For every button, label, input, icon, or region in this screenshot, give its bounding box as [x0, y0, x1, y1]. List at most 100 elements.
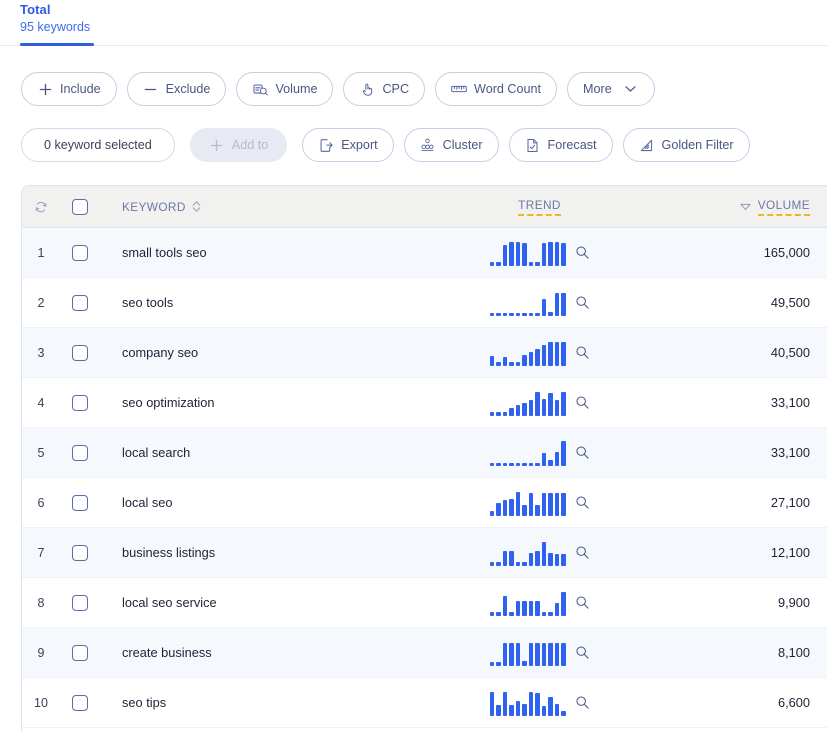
more-filters-button[interactable]: More — [567, 72, 655, 106]
row-index: 8 — [37, 595, 45, 610]
search-icon[interactable] — [575, 395, 590, 410]
row-checkbox[interactable] — [72, 444, 88, 461]
tab-total[interactable]: Total 95 keywords — [20, 2, 90, 44]
refresh-icon[interactable] — [22, 200, 60, 214]
selection-count-label: 0 keyword selected — [44, 138, 152, 152]
click-hand-icon — [359, 81, 375, 97]
table-row[interactable]: 2 seo tools 49,500 — [22, 278, 827, 328]
table-row[interactable]: 9 create business 8,100 — [22, 628, 827, 678]
cluster-button[interactable]: Cluster — [403, 128, 499, 162]
column-header-trend-label: TREND — [518, 198, 561, 216]
include-filter-label: Include — [60, 82, 101, 96]
select-all-checkbox-cell — [60, 198, 100, 215]
row-volume: 40,500 — [770, 345, 810, 360]
golden-filter-icon — [639, 137, 655, 153]
volume-sort-caret-icon[interactable] — [740, 200, 751, 214]
forecast-button[interactable]: Forecast — [508, 128, 613, 162]
table-row[interactable]: 6 local seo 27,100 — [22, 478, 827, 528]
search-icon[interactable] — [575, 345, 590, 360]
row-checkbox[interactable] — [72, 594, 88, 611]
table-row[interactable]: 7 business listings 12,100 — [22, 528, 827, 578]
ruler-icon — [451, 81, 467, 97]
search-icon[interactable] — [575, 595, 590, 610]
row-keyword[interactable]: create business — [100, 645, 432, 660]
include-filter-button[interactable]: Include — [21, 72, 117, 106]
row-volume: 165,000 — [763, 245, 810, 260]
plus-icon — [37, 81, 53, 97]
row-keyword[interactable]: seo tools — [100, 295, 432, 310]
chevron-down-icon — [623, 81, 639, 97]
select-all-checkbox[interactable] — [72, 198, 88, 215]
search-icon[interactable] — [575, 695, 590, 710]
row-checkbox[interactable] — [72, 294, 88, 311]
row-checkbox-cell — [60, 394, 100, 411]
word-count-filter-button[interactable]: Word Count — [435, 72, 558, 106]
volume-filter-button[interactable]: Volume — [236, 72, 334, 106]
table-row[interactable]: 1 small tools seo 165,000 — [22, 228, 827, 278]
search-icon[interactable] — [575, 495, 590, 510]
table-row[interactable]: 3 company seo 40,500 — [22, 328, 827, 378]
minus-icon — [143, 81, 159, 97]
row-checkbox[interactable] — [72, 344, 88, 361]
row-trend-cell — [432, 340, 647, 366]
row-keyword[interactable]: business listings — [100, 545, 432, 560]
row-volume: 33,100 — [770, 445, 810, 460]
row-checkbox[interactable] — [72, 694, 88, 711]
row-checkbox[interactable] — [72, 244, 88, 261]
search-icon[interactable] — [575, 245, 590, 260]
row-volume: 6,600 — [777, 695, 810, 710]
row-keyword[interactable]: seo tips — [100, 695, 432, 710]
trend-sparkline — [489, 240, 566, 266]
forecast-label: Forecast — [547, 138, 597, 152]
row-keyword[interactable]: company seo — [100, 345, 432, 360]
row-index: 4 — [37, 395, 45, 410]
column-header-trend[interactable]: TREND — [432, 198, 647, 216]
row-checkbox-cell — [60, 294, 100, 311]
row-keyword[interactable]: local search — [100, 445, 432, 460]
cpc-filter-button[interactable]: CPC — [343, 72, 426, 106]
tab-total-title: Total — [20, 2, 51, 17]
row-keyword[interactable]: local seo — [100, 495, 432, 510]
exclude-filter-button[interactable]: Exclude — [126, 72, 227, 106]
word-count-filter-label: Word Count — [474, 82, 542, 96]
trend-sparkline — [489, 590, 566, 616]
table-row[interactable]: 8 local seo service 9,900 — [22, 578, 827, 628]
row-checkbox[interactable] — [72, 394, 88, 411]
trend-sparkline — [489, 440, 566, 466]
trend-sparkline — [489, 640, 566, 666]
table-row[interactable]: 4 seo optimization 33,100 — [22, 378, 827, 428]
filter-button-row: Include Exclude Volume CPC Word Count Mo… — [21, 72, 655, 106]
row-checkbox[interactable] — [72, 544, 88, 561]
search-icon[interactable] — [575, 445, 590, 460]
column-header-volume[interactable]: VOLUME — [647, 198, 827, 216]
column-header-keyword-label: KEYWORD — [122, 199, 186, 214]
exclude-filter-label: Exclude — [165, 82, 211, 96]
row-checkbox-cell — [60, 694, 100, 711]
row-keyword[interactable]: small tools seo — [100, 245, 432, 260]
row-keyword[interactable]: local seo service — [100, 595, 432, 610]
volume-search-icon — [252, 81, 268, 97]
volume-filter-label: Volume — [275, 82, 318, 96]
row-checkbox-cell — [60, 644, 100, 661]
search-icon[interactable] — [575, 295, 590, 310]
add-to-button[interactable]: Add to — [189, 128, 288, 162]
row-index: 3 — [37, 345, 45, 360]
search-icon[interactable] — [575, 545, 590, 560]
table-row[interactable]: 5 local search 33,100 — [22, 428, 827, 478]
column-header-keyword[interactable]: KEYWORD — [100, 200, 432, 214]
search-icon[interactable] — [575, 645, 590, 660]
export-button[interactable]: Export — [302, 128, 394, 162]
row-index: 7 — [37, 545, 45, 560]
row-checkbox[interactable] — [72, 494, 88, 511]
row-keyword[interactable]: seo optimization — [100, 395, 432, 410]
cluster-label: Cluster — [442, 138, 483, 152]
row-checkbox-cell — [60, 444, 100, 461]
trend-sparkline — [489, 540, 566, 566]
row-checkbox[interactable] — [72, 644, 88, 661]
sort-toggle-icon[interactable] — [192, 200, 201, 213]
row-volume: 27,100 — [770, 495, 810, 510]
selection-count-display: 0 keyword selected — [21, 128, 175, 162]
golden-filter-button[interactable]: Golden Filter — [622, 128, 750, 162]
table-row[interactable]: 10 seo tips 6,600 — [22, 678, 827, 728]
more-filters-label: More — [583, 82, 612, 96]
